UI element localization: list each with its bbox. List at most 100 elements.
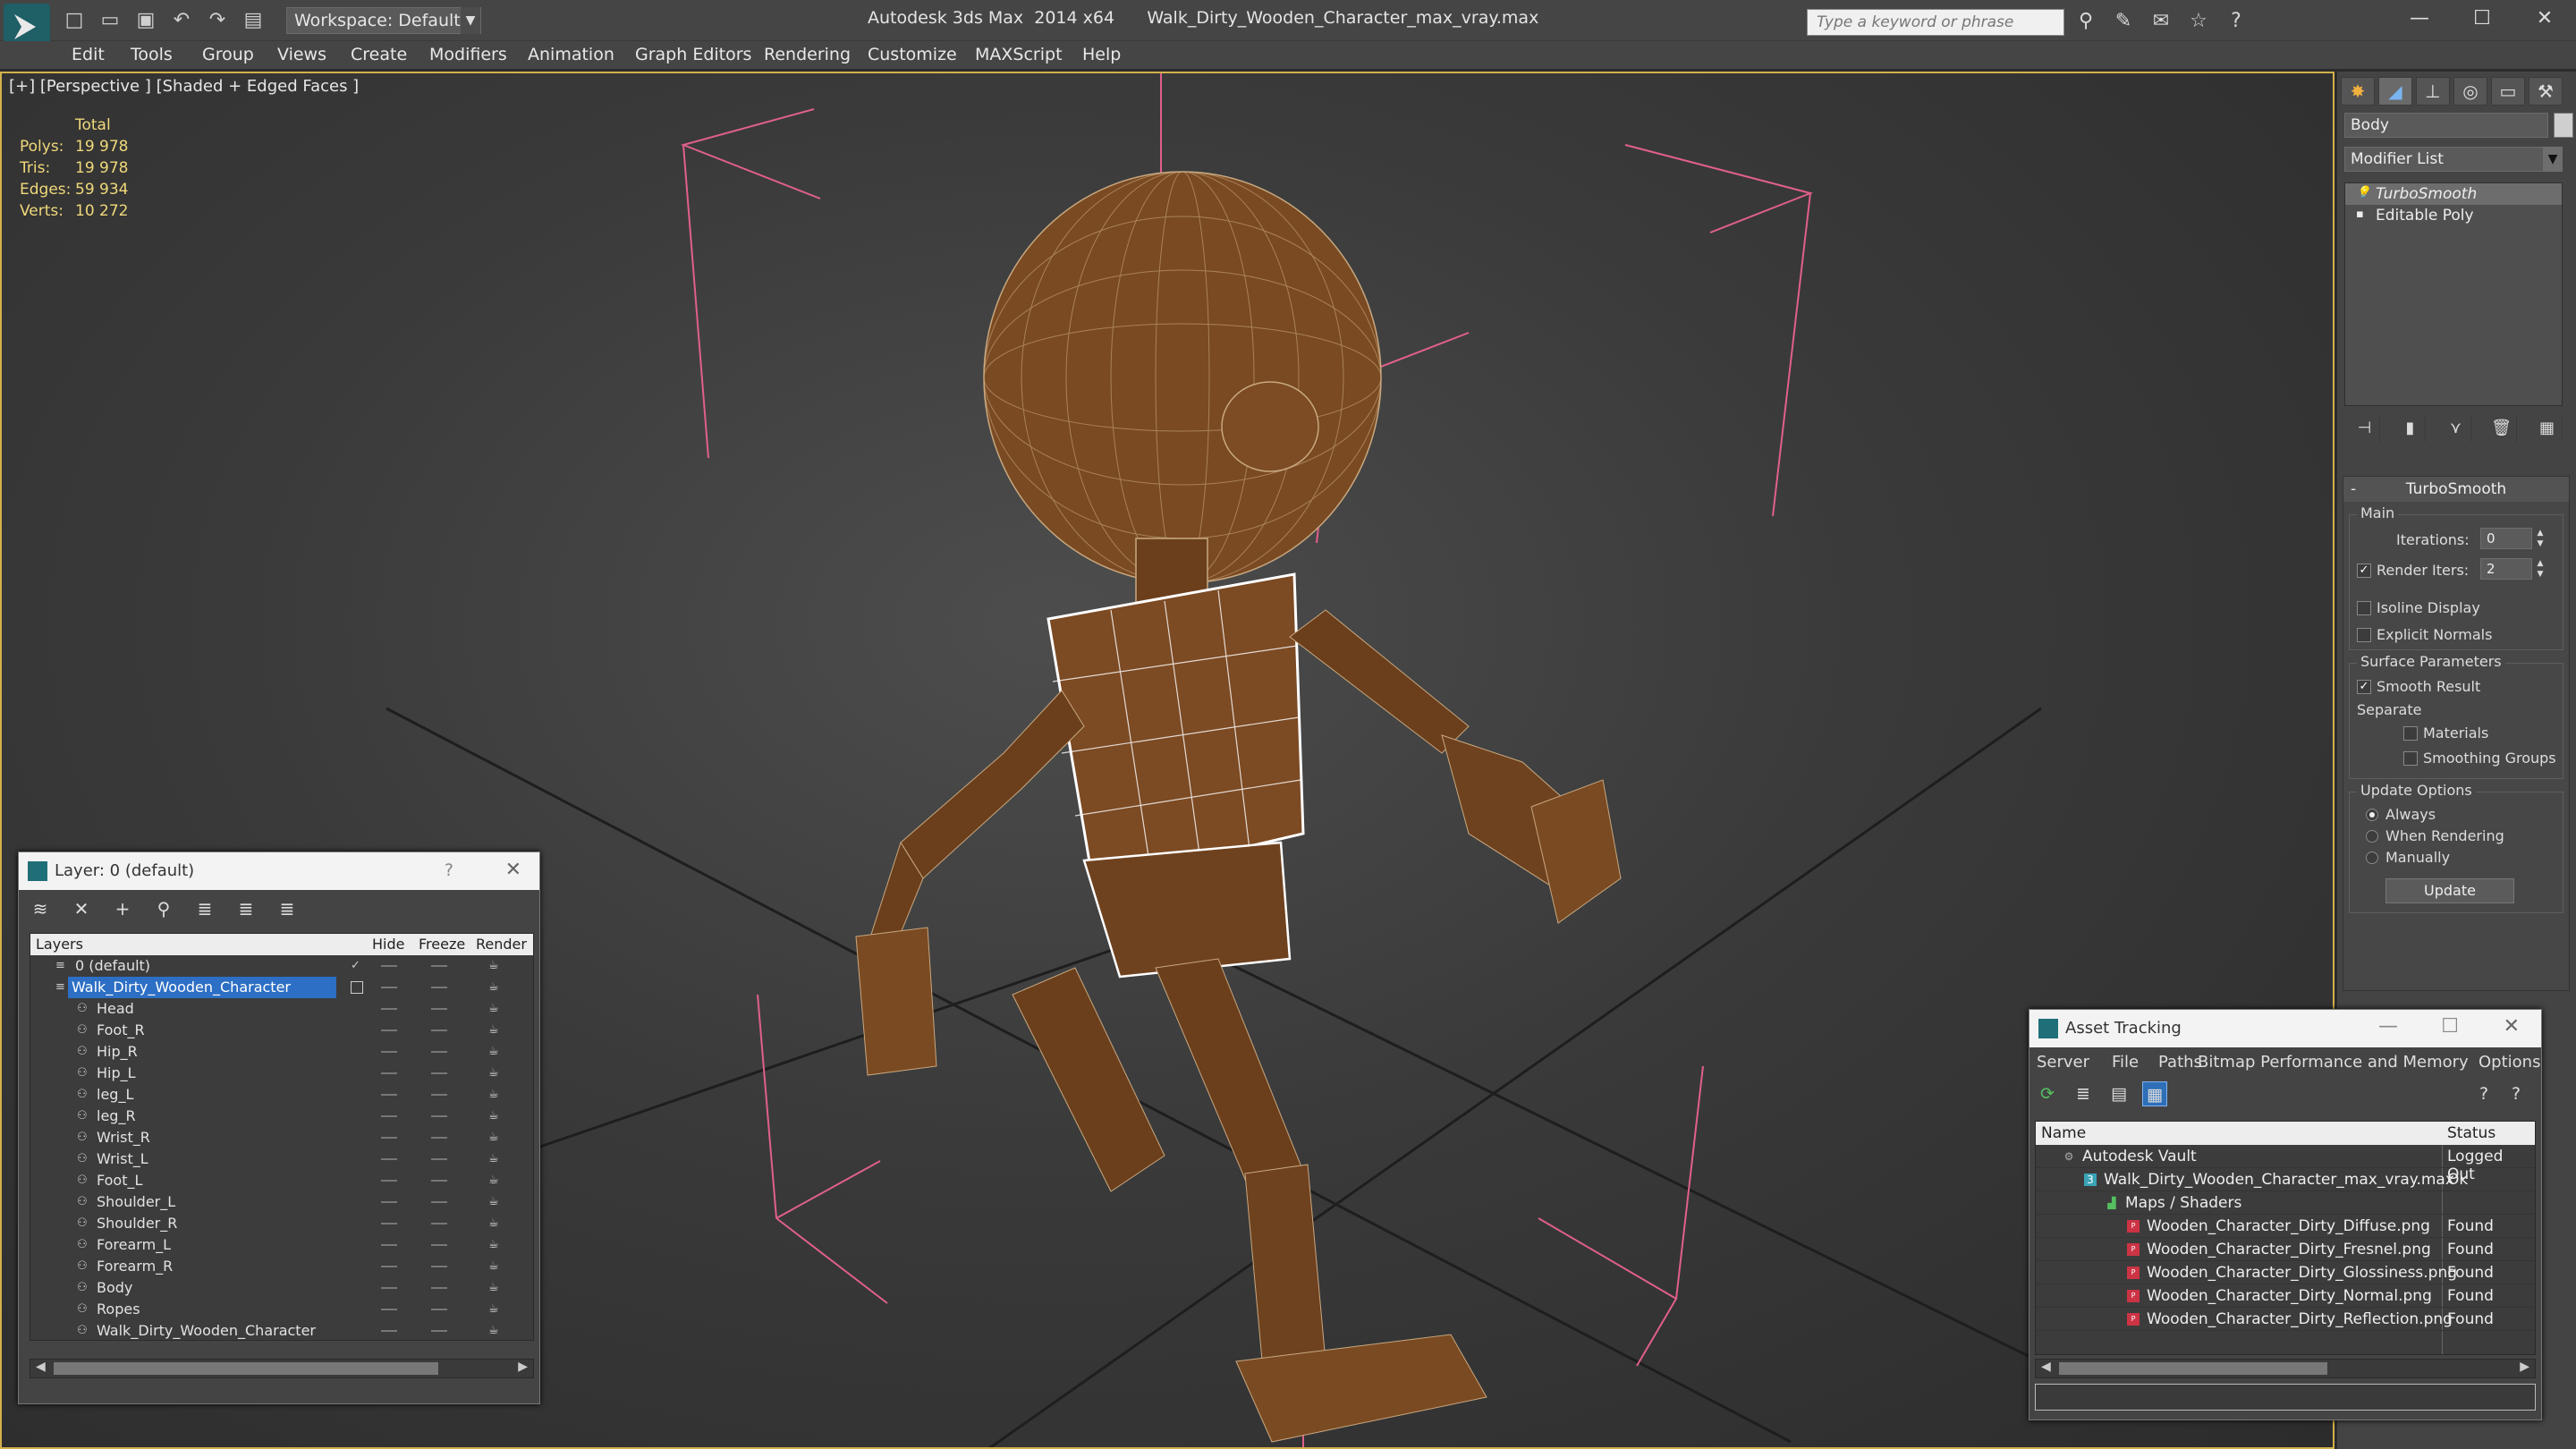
teapot-icon[interactable]: ☕ — [488, 1131, 504, 1144]
new-file-icon[interactable]: □ — [63, 9, 86, 32]
refresh-icon[interactable]: ⟳ — [2035, 1081, 2060, 1106]
binoculars-icon[interactable]: ⚲ — [2073, 9, 2098, 34]
table-view-icon[interactable]: ▦ — [2142, 1081, 2167, 1106]
select-objects-icon[interactable]: ⚲ — [151, 897, 176, 920]
teapot-icon[interactable]: ☕ — [488, 1281, 504, 1294]
modifier-list-dropdown[interactable]: Modifier List — [2344, 147, 2561, 172]
asset-row[interactable]: ▟ Maps / Shaders — [2036, 1191, 2535, 1215]
modifier-stack[interactable]: 💡 TurboSmooth ▪ Editable Poly — [2344, 182, 2563, 406]
chevron-down-icon[interactable]: ▼ — [2543, 147, 2563, 172]
wooden-character-model[interactable] — [855, 171, 1622, 1443]
current-layer-box-icon[interactable] — [351, 981, 363, 994]
smooth-result-checkbox[interactable]: ✓ — [2357, 680, 2371, 694]
render-iters-spinner[interactable]: 2 — [2480, 558, 2532, 580]
menu-animation[interactable]: Animation — [528, 45, 614, 64]
teapot-icon[interactable]: ☕ — [488, 1238, 504, 1251]
asset-row[interactable]: P Wooden_Character_Dirty_Normal.png Found — [2036, 1284, 2535, 1308]
rollout-header[interactable]: - TurboSmooth — [2343, 477, 2569, 502]
menu-rendering[interactable]: Rendering — [764, 45, 851, 64]
maximize-icon[interactable]: ☐ — [2451, 0, 2513, 38]
scrollbar-thumb[interactable] — [2059, 1362, 2327, 1375]
column-freeze[interactable]: Freeze — [419, 936, 465, 953]
teapot-icon[interactable]: ☕ — [488, 1109, 504, 1123]
layer-row[interactable]: ≡ Walk_Dirty_Wooden_Character ☕ — [30, 977, 533, 998]
column-name[interactable]: Name — [2041, 1124, 2086, 1142]
hide-all-icon[interactable]: ≣ — [233, 897, 258, 920]
layer-row[interactable]: ⚇ Hip_R ☕ — [30, 1041, 533, 1063]
layer-row[interactable]: ⚇ Ropes ☕ — [30, 1299, 533, 1320]
minimize-icon[interactable]: — — [2378, 1015, 2398, 1038]
menu-create[interactable]: Create — [351, 45, 407, 64]
object-color-swatch[interactable] — [2554, 113, 2573, 138]
asset-row[interactable]: ⚙ Autodesk Vault Logged Out — [2036, 1145, 2535, 1183]
scroll-left-icon[interactable]: ◀ — [36, 1360, 46, 1374]
vault-help-icon[interactable]: ? — [2504, 1081, 2529, 1106]
horizontal-scrollbar[interactable]: ◀ ▶ — [2035, 1359, 2536, 1378]
asset-row[interactable]: P Wooden_Character_Dirty_Glossiness.png Fo… — [2036, 1261, 2535, 1284]
freeze-all-icon[interactable]: ≣ — [275, 897, 300, 920]
create-tab-icon[interactable]: ✸ — [2341, 77, 2375, 106]
maximize-icon[interactable]: ☐ — [2441, 1015, 2459, 1038]
open-file-icon[interactable]: ▭ — [98, 9, 122, 32]
save-file-icon[interactable]: ▣ — [134, 9, 157, 32]
help-button[interactable]: ? — [445, 860, 453, 880]
layer-row[interactable]: ⚇ Shoulder_L ☕ — [30, 1191, 533, 1213]
materials-checkbox[interactable] — [2403, 726, 2418, 741]
column-layers[interactable]: Layers — [36, 936, 83, 953]
menu-customize[interactable]: Customize — [868, 45, 957, 64]
configure-modifier-sets-icon[interactable]: ▦ — [2532, 415, 2563, 442]
asset-row[interactable]: 3 Walk_Dirty_Wooden_Character_max_vray.ma… — [2036, 1168, 2535, 1191]
list-view-icon[interactable]: ≣ — [2071, 1081, 2096, 1106]
display-tab-icon[interactable]: ▭ — [2491, 77, 2525, 106]
column-render[interactable]: Render — [476, 936, 527, 953]
scroll-right-icon[interactable]: ▶ — [2520, 1360, 2529, 1374]
pin-stack-icon[interactable]: ⊣ — [2350, 415, 2380, 442]
teapot-icon[interactable]: ☕ — [488, 1088, 504, 1101]
smoothing-groups-checkbox[interactable] — [2403, 751, 2418, 766]
isoline-display-checkbox[interactable] — [2357, 601, 2371, 615]
column-status[interactable]: Status — [2447, 1124, 2496, 1142]
lightbulb-icon[interactable]: 💡 — [2356, 187, 2370, 199]
help-icon[interactable]: ? — [2224, 9, 2249, 34]
explicit-normals-checkbox[interactable] — [2357, 628, 2371, 642]
layer-list[interactable]: Layers Hide Freeze Render ≡ 0 (default) ✓ ☕… — [30, 933, 534, 1341]
asset-list[interactable]: Name Status ⚙ Autodesk Vault Logged Out 3W… — [2035, 1121, 2536, 1355]
teapot-icon[interactable]: ☕ — [488, 1174, 504, 1187]
when-rendering-radio[interactable] — [2366, 830, 2378, 843]
teapot-icon[interactable]: ☕ — [488, 959, 504, 972]
asset-row[interactable]: P Wooden_Character_Dirty_Fresnel.png Found — [2036, 1238, 2535, 1261]
manually-radio[interactable] — [2366, 852, 2378, 864]
layer-row[interactable]: ⚇ Wrist_L ☕ — [30, 1148, 533, 1170]
teapot-icon[interactable]: ☕ — [488, 1023, 504, 1037]
teapot-icon[interactable]: ☕ — [488, 1152, 504, 1165]
hierarchy-tab-icon[interactable]: ⊥ — [2416, 77, 2450, 106]
layer-row[interactable]: ⚇ Shoulder_R ☕ — [30, 1213, 533, 1234]
layer-row[interactable]: ⚇ Foot_L ☕ — [30, 1170, 533, 1191]
layer-row[interactable]: ≡ 0 (default) ✓ ☕ — [30, 955, 533, 977]
menu-maxscript[interactable]: MAXScript — [975, 45, 1063, 64]
delete-layer-icon[interactable]: ✕ — [69, 897, 94, 920]
utilities-tab-icon[interactable]: ⚒ — [2529, 77, 2563, 106]
spinner-arrows-icon[interactable]: ▲ ▼ — [2534, 558, 2546, 580]
menu-help[interactable]: Help — [1082, 45, 1121, 64]
menu-bitmap-performance[interactable]: Bitmap Performance and Memory — [2198, 1053, 2469, 1072]
asset-row[interactable]: P Wooden_Character_Dirty_Reflection.png Fo… — [2036, 1308, 2535, 1331]
show-end-result-icon[interactable]: ▮ — [2395, 415, 2426, 442]
minimize-icon[interactable]: — — [2388, 0, 2451, 38]
subscription-icon[interactable]: ✎ — [2111, 9, 2136, 34]
update-button[interactable]: Update — [2385, 878, 2514, 903]
iterations-spinner[interactable]: 0 — [2480, 528, 2532, 549]
layer-row[interactable]: ⚇ Hip_L ☕ — [30, 1063, 533, 1084]
menu-graph-editors[interactable]: Graph Editors — [635, 45, 751, 64]
layer-row[interactable]: ⚇ Walk_Dirty_Wooden_Character ☕ — [30, 1320, 533, 1342]
menu-modifiers[interactable]: Modifiers — [429, 45, 507, 64]
search-input[interactable]: Type a keyword or phrase — [1807, 9, 2064, 36]
communication-center-icon[interactable]: ✉ — [2148, 9, 2174, 34]
horizontal-scrollbar[interactable]: ◀ ▶ — [30, 1359, 534, 1378]
add-layer-icon[interactable]: + — [110, 897, 135, 920]
close-icon[interactable]: ✕ — [505, 859, 521, 881]
menu-file[interactable]: File — [2112, 1053, 2139, 1072]
menu-server[interactable]: Server — [2037, 1053, 2089, 1072]
layer-row[interactable]: ⚇ leg_L ☕ — [30, 1084, 533, 1106]
workspace-dropdown-arrow-icon[interactable]: ▼ — [461, 7, 480, 34]
